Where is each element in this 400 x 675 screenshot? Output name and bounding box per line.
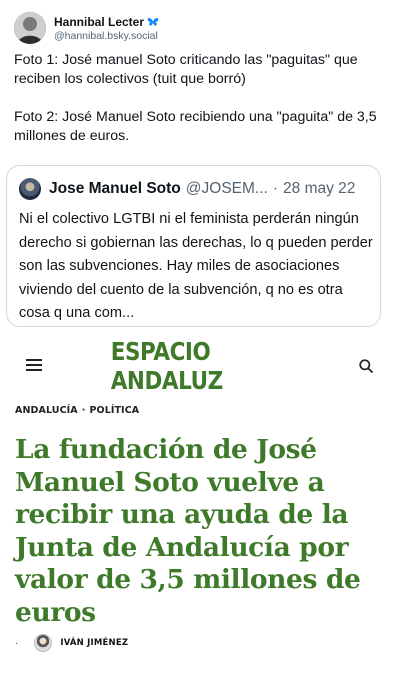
- byline-dot: ·: [15, 637, 19, 649]
- section-link-politica[interactable]: POLÍTICA: [89, 405, 139, 416]
- byline: · IVÁN JIMÉNEZ: [15, 634, 128, 652]
- article-title: La fundación de José Manuel Soto vuelve …: [15, 434, 361, 628]
- post-paragraph-1: Foto 1: José manuel Soto criticando las …: [14, 52, 358, 87]
- search-icon[interactable]: [358, 358, 374, 374]
- section-link-andalucia[interactable]: ANDALUCÍA: [15, 405, 78, 416]
- post-name-row: Hannibal Lecter: [54, 15, 159, 29]
- quoted-tweet-header: Jose Manuel Soto @JOSEM... · 28 may 22: [19, 178, 368, 200]
- post-text: Foto 1: José manuel Soto criticando las …: [14, 51, 390, 146]
- article-author-name[interactable]: IVÁN JIMÉNEZ: [60, 638, 128, 648]
- quoted-date: 28 may 22: [283, 180, 356, 197]
- post-author-handle[interactable]: @hannibal.bsky.social: [54, 30, 159, 42]
- avatar-portrait-icon: [14, 12, 46, 44]
- post-paragraph-2: Foto 2: José Manuel Soto recibiendo una …: [14, 109, 377, 144]
- post-author-name[interactable]: Hannibal Lecter: [54, 15, 144, 29]
- butterfly-icon: [147, 17, 159, 26]
- quoted-tweet-text: Ni el colectivo LGTBI ni el feminista pe…: [19, 211, 373, 321]
- post-header: Hannibal Lecter @hannibal.bsky.social: [14, 12, 159, 44]
- site-logo[interactable]: ESPACIO ANDALUZ: [111, 337, 292, 395]
- hamburger-menu-icon[interactable]: [26, 359, 42, 371]
- quoted-author-handle: @JOSEM...: [185, 180, 268, 197]
- screenshot-page: Hannibal Lecter @hannibal.bsky.social Fo…: [0, 0, 400, 675]
- breadcrumb: ANDALUCÍA · POLÍTICA: [15, 405, 139, 416]
- article-author-avatar[interactable]: [34, 634, 53, 652]
- quoted-separator: ·: [272, 180, 279, 197]
- quoted-tweet-card[interactable]: Jose Manuel Soto @JOSEM... · 28 may 22 N…: [6, 165, 381, 327]
- quoted-author-name: Jose Manuel Soto: [49, 180, 181, 197]
- post-author-info: Hannibal Lecter @hannibal.bsky.social: [54, 15, 159, 42]
- breadcrumb-separator: ·: [81, 405, 86, 416]
- author-avatar[interactable]: [14, 12, 46, 44]
- quoted-author-avatar: [19, 178, 41, 200]
- site-header: ESPACIO ANDALUZ: [0, 337, 400, 395]
